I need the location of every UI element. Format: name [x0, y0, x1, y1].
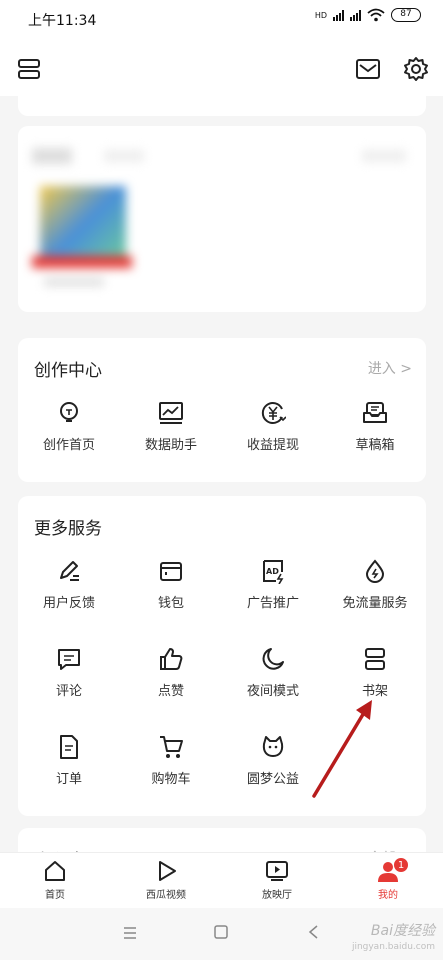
charity-icon: [262, 736, 284, 757]
annotation-arrow: [312, 700, 372, 798]
network-label: HD: [314, 10, 327, 20]
more-services-title: 更多服务: [34, 519, 102, 539]
ad-icon: AD: [263, 560, 284, 584]
tab-label: 我的: [378, 890, 398, 901]
draft-icon: [363, 402, 387, 423]
battery-indicator: 87: [391, 8, 421, 22]
signal-icon-2: [350, 9, 361, 21]
wallet-icon: [160, 562, 182, 581]
back-icon[interactable]: [306, 924, 320, 940]
tab-cinema[interactable]: 放映厅: [232, 859, 322, 901]
grid-item-label: 钱包: [157, 596, 184, 611]
earnings-withdraw-item[interactable]: 收益提现: [222, 400, 324, 476]
order-item[interactable]: 订单: [18, 734, 120, 810]
play-icon: [159, 861, 176, 881]
grid-item-label: 草稿箱: [355, 438, 395, 453]
creation-center-card: 创作中心 进入 > 创作首页 数据助手 收益提现 草稿箱: [18, 338, 426, 482]
comment-icon: [58, 649, 80, 670]
moon-icon: [262, 648, 284, 670]
bookshelf-scan-icon[interactable]: [16, 56, 42, 82]
feedback-icon: [60, 561, 79, 581]
grid-item-label: 免流量服务: [342, 596, 408, 611]
grid-item-label: 数据助手: [144, 438, 197, 453]
drop-icon: [365, 559, 385, 583]
message-icon[interactable]: [355, 56, 381, 82]
watermark-url: jingyan.baidu.com: [351, 942, 435, 952]
grid-item-label: 用户反馈: [42, 596, 95, 611]
bottom-tab-bar: 首页 西瓜视频 放映厅 1 我的: [0, 852, 443, 908]
grid-item-label: 购物车: [151, 772, 191, 787]
chart-icon: [159, 402, 183, 424]
history-card-blurred: [18, 126, 426, 312]
wallet-item[interactable]: 钱包: [120, 558, 222, 634]
tab-label: 放映厅: [262, 890, 292, 901]
like-item[interactable]: 点赞: [120, 646, 222, 722]
ad-promotion-item[interactable]: AD 广告推广: [222, 558, 324, 634]
wifi-icon: [367, 8, 385, 22]
user-feedback-item[interactable]: 用户反馈: [18, 558, 120, 634]
blurred-content: [18, 126, 426, 312]
bulb-icon: [60, 402, 78, 422]
status-icons: HD 87: [315, 8, 421, 22]
svg-text:AD: AD: [266, 567, 279, 576]
top-bar: [0, 40, 443, 96]
tab-label: 西瓜视频: [146, 890, 186, 901]
more-services-card: 更多服务 用户反馈 钱包 AD 广告推广 免流量服务 评论 点赞 夜间模式 书架…: [18, 496, 426, 816]
like-icon: [160, 648, 183, 670]
comment-item[interactable]: 评论: [18, 646, 120, 722]
home-icon: [45, 861, 65, 881]
screen-icon: [266, 861, 288, 881]
menu-icon[interactable]: [122, 926, 138, 940]
tab-xigua-video[interactable]: 西瓜视频: [121, 859, 211, 901]
signal-icon: [333, 9, 344, 21]
bookshelf-icon: [365, 648, 385, 670]
home-square-icon[interactable]: [213, 924, 229, 940]
tab-home[interactable]: 首页: [10, 859, 100, 901]
status-bar: 上午11:34 HD 87: [0, 0, 443, 40]
creation-center-enter-link[interactable]: 进入 >: [368, 358, 412, 378]
cart-item[interactable]: 购物车: [120, 734, 222, 810]
notification-badge: 1: [393, 857, 409, 873]
tab-label: 首页: [45, 890, 65, 901]
grid-item-label: 创作首页: [42, 438, 95, 453]
gear-icon[interactable]: [403, 56, 429, 82]
grid-item-label: 点赞: [157, 684, 184, 699]
grid-item-label: 评论: [55, 684, 82, 699]
draft-box-item[interactable]: 草稿箱: [324, 400, 426, 476]
data-assistant-item[interactable]: 数据助手: [120, 400, 222, 476]
status-time: 上午11:34: [28, 13, 97, 29]
order-icon: [60, 735, 78, 759]
grid-item-label: 广告推广: [246, 596, 299, 611]
cart-icon: [160, 736, 183, 758]
yen-icon: [261, 402, 286, 424]
grid-item-label: 订单: [55, 772, 82, 787]
free-data-item[interactable]: 免流量服务: [324, 558, 426, 634]
creation-home-item[interactable]: 创作首页: [18, 400, 120, 476]
tab-mine[interactable]: 1 我的: [343, 857, 433, 901]
grid-item-label: 收益提现: [246, 438, 299, 453]
card-top: [18, 96, 426, 116]
watermark: Bai度经验: [370, 923, 435, 939]
creation-center-title: 创作中心: [34, 361, 102, 381]
